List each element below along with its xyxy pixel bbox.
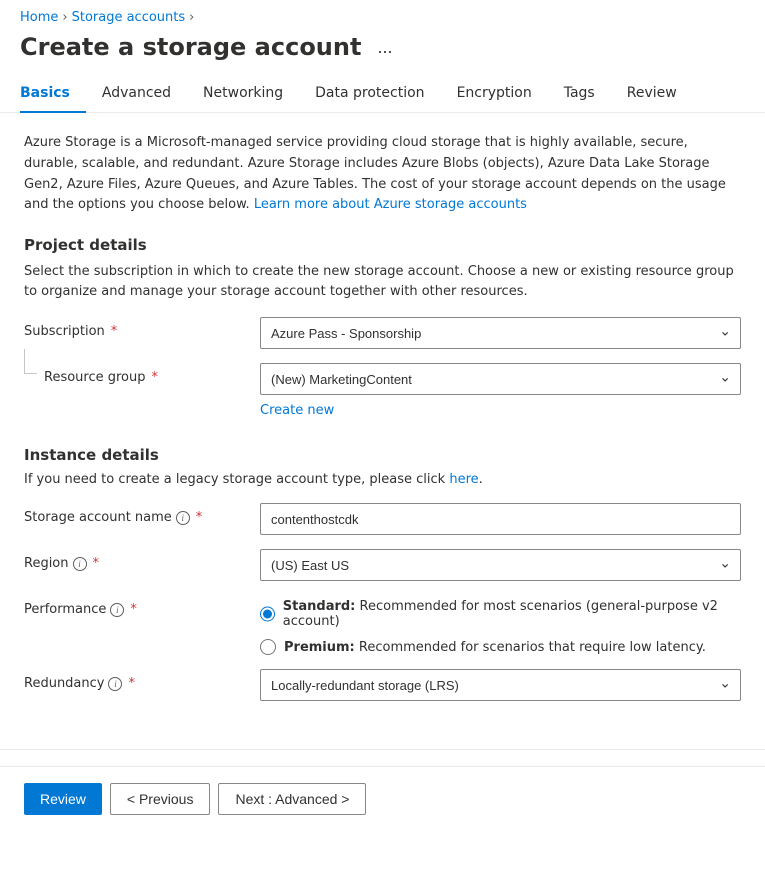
ellipsis-button[interactable]: ... bbox=[371, 35, 398, 60]
breadcrumb-sep1: › bbox=[62, 10, 67, 25]
redundancy-required: * bbox=[128, 676, 135, 691]
subscription-control: Azure Pass - Sponsorship bbox=[260, 317, 741, 349]
legacy-here-link[interactable]: here bbox=[449, 472, 478, 487]
resource-group-dropdown-wrapper: (New) MarketingContent bbox=[260, 363, 741, 395]
region-info-icon[interactable]: i bbox=[73, 557, 87, 571]
instance-subtitle-before: If you need to create a legacy storage a… bbox=[24, 472, 449, 487]
performance-standard-label: Standard: Recommended for most scenarios… bbox=[283, 599, 741, 629]
tab-tags[interactable]: Tags bbox=[548, 75, 611, 113]
instance-details-subtitle: If you need to create a legacy storage a… bbox=[24, 472, 741, 487]
tab-basics[interactable]: Basics bbox=[20, 75, 86, 113]
subscription-label-text: Subscription bbox=[24, 324, 105, 339]
performance-label-text: Performance bbox=[24, 602, 106, 617]
create-new-link[interactable]: Create new bbox=[260, 403, 741, 418]
instance-details-title: Instance details bbox=[24, 446, 741, 464]
breadcrumb-storage-accounts[interactable]: Storage accounts bbox=[72, 10, 186, 25]
main-content: Azure Storage is a Microsoft-managed ser… bbox=[0, 113, 765, 749]
breadcrumb: Home › Storage accounts › bbox=[0, 0, 765, 29]
subscription-dropdown[interactable]: Azure Pass - Sponsorship bbox=[260, 317, 741, 349]
page-header: Create a storage account ... bbox=[0, 29, 765, 75]
tab-review[interactable]: Review bbox=[611, 75, 693, 113]
storage-name-input[interactable] bbox=[260, 503, 741, 535]
tab-data-protection[interactable]: Data protection bbox=[299, 75, 440, 113]
tab-networking[interactable]: Networking bbox=[187, 75, 299, 113]
storage-name-label: Storage account name i * bbox=[24, 503, 244, 525]
learn-more-link[interactable]: Learn more about Azure storage accounts bbox=[254, 197, 527, 212]
performance-control: Standard: Recommended for most scenarios… bbox=[260, 595, 741, 655]
project-details-title: Project details bbox=[24, 236, 741, 254]
storage-name-row: Storage account name i * bbox=[24, 503, 741, 535]
resource-group-label-text: Resource group bbox=[44, 370, 146, 385]
redundancy-row: Redundancy i * Locally-redundant storage… bbox=[24, 669, 741, 701]
previous-button[interactable]: < Previous bbox=[110, 783, 211, 815]
page-title: Create a storage account bbox=[20, 33, 361, 61]
next-button[interactable]: Next : Advanced > bbox=[218, 783, 366, 815]
region-label-text: Region bbox=[24, 556, 69, 571]
redundancy-label-text: Redundancy bbox=[24, 676, 104, 691]
storage-name-info-icon[interactable]: i bbox=[176, 511, 190, 525]
redundancy-label: Redundancy i * bbox=[24, 669, 244, 691]
resource-group-row: Resource group * (New) MarketingContent … bbox=[24, 363, 741, 418]
subscription-row: Subscription * Azure Pass - Sponsorship bbox=[24, 317, 741, 349]
instance-subtitle-after: . bbox=[479, 472, 483, 487]
performance-premium-option[interactable]: Premium: Recommended for scenarios that … bbox=[260, 639, 741, 655]
resource-group-label: Resource group * bbox=[24, 363, 244, 385]
resource-group-control: (New) MarketingContent Create new bbox=[260, 363, 741, 418]
tab-encryption[interactable]: Encryption bbox=[441, 75, 548, 113]
performance-label: Performance i * bbox=[24, 595, 244, 617]
region-required: * bbox=[93, 556, 100, 571]
storage-name-required: * bbox=[196, 510, 203, 525]
performance-standard-option[interactable]: Standard: Recommended for most scenarios… bbox=[260, 599, 741, 629]
project-details-section: Project details Select the subscription … bbox=[24, 236, 741, 418]
breadcrumb-sep2: › bbox=[189, 10, 194, 25]
storage-name-control bbox=[260, 503, 741, 535]
redundancy-dropdown[interactable]: Locally-redundant storage (LRS) bbox=[260, 669, 741, 701]
resource-group-dropdown[interactable]: (New) MarketingContent bbox=[260, 363, 741, 395]
tab-bar: Basics Advanced Networking Data protecti… bbox=[0, 75, 765, 113]
tab-advanced[interactable]: Advanced bbox=[86, 75, 187, 113]
storage-name-label-text: Storage account name bbox=[24, 510, 172, 525]
performance-premium-radio[interactable] bbox=[260, 639, 276, 655]
footer: Review < Previous Next : Advanced > bbox=[0, 766, 765, 831]
redundancy-dropdown-wrapper: Locally-redundant storage (LRS) bbox=[260, 669, 741, 701]
footer-divider bbox=[0, 749, 765, 750]
subscription-required: * bbox=[111, 324, 118, 339]
performance-required: * bbox=[130, 602, 137, 617]
project-details-subtitle: Select the subscription in which to crea… bbox=[24, 262, 741, 301]
resource-group-required: * bbox=[152, 370, 159, 385]
subscription-label: Subscription * bbox=[24, 317, 244, 339]
review-button[interactable]: Review bbox=[24, 783, 102, 815]
subscription-dropdown-wrapper: Azure Pass - Sponsorship bbox=[260, 317, 741, 349]
instance-details-section: Instance details If you need to create a… bbox=[24, 446, 741, 701]
region-control: (US) East US bbox=[260, 549, 741, 581]
performance-premium-label: Premium: Recommended for scenarios that … bbox=[284, 640, 706, 655]
redundancy-info-icon[interactable]: i bbox=[108, 677, 122, 691]
region-row: Region i * (US) East US bbox=[24, 549, 741, 581]
performance-radio-group: Standard: Recommended for most scenarios… bbox=[260, 595, 741, 655]
performance-info-icon[interactable]: i bbox=[110, 603, 124, 617]
performance-standard-radio[interactable] bbox=[260, 606, 275, 622]
region-label: Region i * bbox=[24, 549, 244, 571]
performance-row: Performance i * Standard: Recommended fo… bbox=[24, 595, 741, 655]
description-text: Azure Storage is a Microsoft-managed ser… bbox=[24, 133, 741, 216]
region-dropdown[interactable]: (US) East US bbox=[260, 549, 741, 581]
region-dropdown-wrapper: (US) East US bbox=[260, 549, 741, 581]
breadcrumb-home[interactable]: Home bbox=[20, 10, 58, 25]
redundancy-control: Locally-redundant storage (LRS) bbox=[260, 669, 741, 701]
